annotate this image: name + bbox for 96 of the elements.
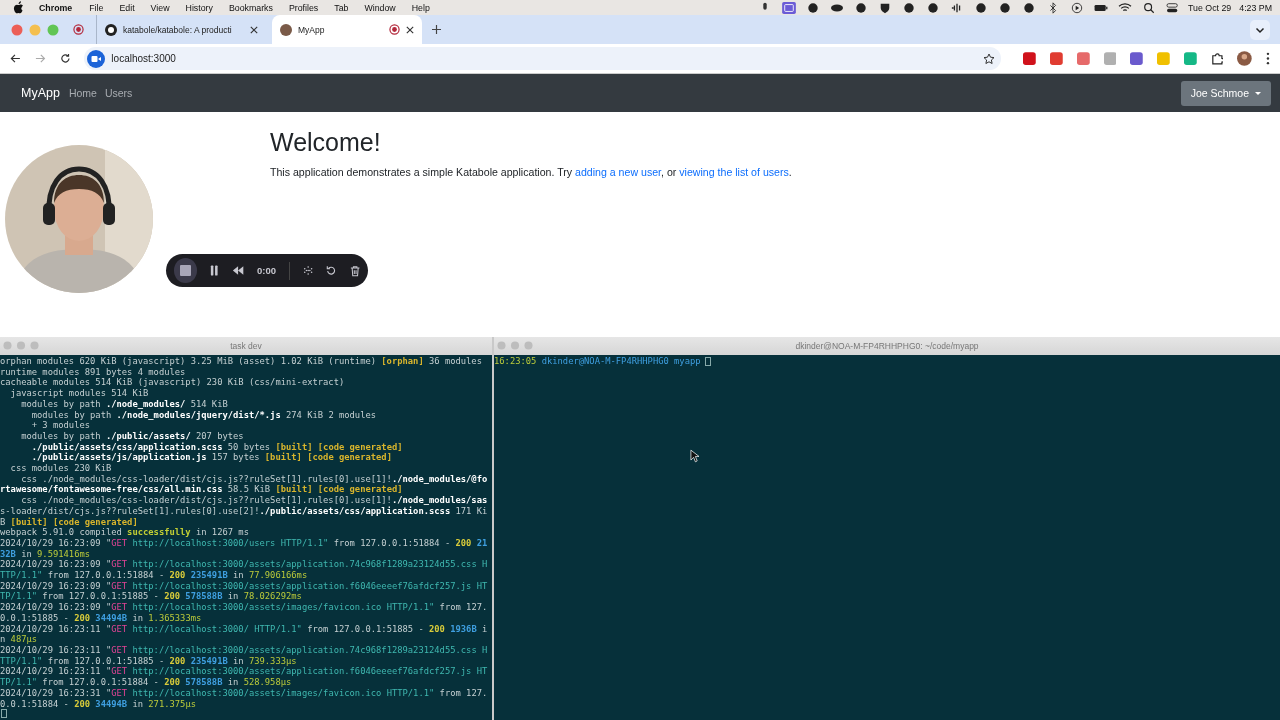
puzzle-icon[interactable] [1210, 52, 1224, 65]
terminal-line: 2024/10/29 16:23:09 "GET http://localhost:3000/users HTTP/1.1" from 127.0.0.1:51884 - 200 21 [0, 537, 489, 549]
terminal-line: 16:23:05 dkinder@NOA-M-FP4RHHPHG0 myapp [494, 356, 1280, 367]
terminal-line: 2024/10/29 16:23:11 "GET http://localhost:3000/assets/application.f6046eeeef76afdcf257.js HT [0, 666, 489, 678]
record-icon [389, 24, 400, 35]
screen-share-icon[interactable] [782, 1, 797, 14]
recording-time: 0:00 [257, 265, 277, 276]
close-icon[interactable] [250, 25, 258, 34]
undo-icon[interactable] [326, 265, 337, 276]
terminal-line: TP/1.1" from 127.0.0.1:51885 - 200 578588B in 78.026292ms [0, 591, 303, 603]
window-controls-icon[interactable] [11, 23, 59, 36]
terminal-line: rtawesome/fontawesome-free/css/all.min.css 58.5 KiB [built] [code generated] [0, 484, 404, 496]
apple-icon[interactable] [13, 1, 24, 14]
reload-icon[interactable] [59, 53, 71, 64]
terminal-line: cacheable modules 514 KiB (javascript) 230 KiB (css/mini-extract) [0, 377, 346, 389]
terminal-line: 0.0.1:51885 - 200 34494B in 1.365333ms [0, 612, 203, 624]
menu-item[interactable]: History [185, 2, 213, 13]
user-menu-button[interactable]: Joe Schmoe [1180, 80, 1271, 106]
camera-icon [87, 49, 106, 68]
terminal-cursor [1, 709, 7, 719]
rewind-icon[interactable] [231, 266, 245, 275]
terminal-line: TP/1.1" from 127.0.0.1:51884 - 200 578588B in 528.958µs [0, 677, 293, 688]
terminal-line: 0.0.1:51884 - 200 34494B in 271.375µs [0, 698, 197, 710]
terminal-line: B [built] [code generated] [0, 516, 139, 528]
extension-icon[interactable] [1183, 52, 1197, 65]
link[interactable]: viewing the list of users [679, 166, 789, 178]
terminal-line: 2024/10/29 16:23:09 "GET http://localhost:3000/assets/images/favicon.ico HTTP/1.1" from 127. [0, 602, 489, 613]
page-heading: Welcome! [270, 128, 382, 157]
terminal-line: css ./node_modules/css-loader/dist/cjs.js??ruleSet[1].rules[0].use[1]!./node_modules/sas [20, 495, 489, 506]
brand-link[interactable]: MyApp [21, 86, 60, 100]
menu-bar-time[interactable]: 4:23 PM [1239, 2, 1272, 13]
favicon-icon [280, 23, 292, 36]
terminal-line: runtime modules 891 bytes 4 modules [0, 366, 187, 378]
terminal-line: 32B in 9.591416ms [0, 548, 92, 560]
extension-icon[interactable] [1023, 52, 1037, 65]
mouse-pointer-icon [690, 449, 699, 463]
terminal-line: modules by path ./public/assets/ 207 bytes [20, 430, 245, 442]
wifi-icon[interactable] [1118, 1, 1133, 14]
extension-icon[interactable] [1130, 52, 1144, 65]
terminal-line: javascript modules 514 KiB [9, 388, 150, 399]
extension-icon[interactable] [1050, 52, 1063, 65]
link[interactable]: adding a new user [575, 166, 662, 178]
menu-item[interactable]: View [150, 2, 170, 13]
stop-button[interactable] [174, 258, 198, 283]
terminal-title: dkinder@NOA-M-FP4RHHPHG0: ~/code/myapp [795, 341, 979, 351]
terminal-line: modules by path ./node_modules/jquery/dist/*.js 274 KiB 2 modules [30, 409, 378, 421]
terminal-line: orphan modules 620 KiB (javascript) 3.25 MiB (asset) 1.02 KiB (runtime) [orphan] 36 modules [0, 356, 483, 367]
tab-search-button[interactable] [1250, 19, 1270, 40]
menu-icon[interactable] [1266, 52, 1270, 65]
terminal-line: s-loader/dist/cjs.js??ruleSet[1].rules[0].use[2]!./public/assets/css/application.scss 171 Ki [0, 505, 489, 517]
extension-icon[interactable] [1076, 52, 1090, 65]
avatar-icon[interactable] [1237, 51, 1253, 66]
menu-item[interactable]: Tab [334, 2, 349, 13]
control-center-icon[interactable] [1166, 1, 1181, 14]
close-icon[interactable] [406, 25, 414, 34]
url-text: localhost:3000 [111, 53, 176, 64]
terminal-line: 2024/10/29 16:23:31 "GET http://localhost:3000/assets/images/favicon.ico HTTP/1.1" from 127. [0, 687, 489, 699]
terminal-line: 2024/10/29 16:23:11 "GET http://localhost:3000/assets/application.74c968f1289a23124d55.css H [0, 645, 489, 656]
terminal-line: webpack 5.91.0 compiled successfully in 1267 ms [0, 527, 250, 538]
browser-tab[interactable]: MyApp [272, 15, 422, 44]
terminal-line: ./public/assets/js/application.js 157 bytes [built] [code generated] [30, 452, 393, 464]
nav-link[interactable]: Users [104, 87, 133, 99]
back-icon[interactable] [10, 53, 21, 64]
terminal-line: 2024/10/29 16:23:11 "GET http://localhost:3000/ HTTP/1.1" from 127.0.0.1:51885 - 200 1936B i [0, 623, 489, 635]
terminal-line: css ./node_modules/css-loader/dist/cjs.js??ruleSet[1].rules[0].use[1]!./node_modules/@fo [21, 473, 489, 485]
tab-title: MyApp [298, 24, 326, 35]
record-icon[interactable] [73, 24, 84, 35]
menu-item[interactable]: Help [411, 2, 430, 13]
terminal-line: TTP/1.1" from 127.0.0.1:51884 - 200 235491B in 77.906166ms [0, 570, 309, 581]
grid-icon[interactable] [303, 265, 314, 276]
terminal-line: modules by path ./node_modules/ 514 KiB [20, 398, 229, 410]
menu-item[interactable]: Edit [119, 2, 135, 13]
pause-icon[interactable] [210, 265, 219, 276]
terminal-title: task dev [230, 341, 262, 351]
trash-icon[interactable] [349, 264, 360, 277]
terminal-line: + 3 modules [30, 420, 92, 431]
terminal-line: css modules 230 KiB [9, 463, 113, 474]
terminal-line: TTP/1.1" from 127.0.0.1:51885 - 200 235491B in 739.333µs [0, 655, 298, 667]
menu-item[interactable]: Profiles [288, 2, 319, 13]
nav-link[interactable]: Home [68, 87, 97, 99]
terminal-line: ./public/assets/css/application.scss 50 bytes [built] [code generated] [30, 441, 404, 453]
app-menu[interactable]: Chrome [39, 2, 73, 13]
address-bar[interactable]: localhost:3000 [84, 47, 1002, 70]
play-icon[interactable] [1070, 1, 1085, 14]
intro-text: This application demonstrates a simple Katabole application. Try adding a new user, or viewing the list of users. [270, 166, 793, 178]
menu-bar-date[interactable]: Tue Oct 29 [1188, 2, 1232, 13]
menu-item[interactable]: Window [364, 2, 396, 13]
terminal-line: n 487µs [0, 634, 39, 645]
terminal-line: 2024/10/29 16:23:09 "GET http://localhost:3000/assets/application.f6046eeeef76afdcf257.js HT [0, 580, 489, 592]
new-tab-icon[interactable] [432, 25, 441, 34]
tab-title: katabole/katabole: A producti [123, 24, 233, 35]
menu-item[interactable]: File [89, 2, 104, 13]
star-icon[interactable] [983, 52, 996, 65]
terminal-line: 2024/10/29 16:23:09 "GET http://localhost:3000/assets/application.74c968f1289a23124d55.css H [0, 559, 489, 571]
menu-item[interactable]: Bookmarks [228, 2, 273, 13]
search-icon[interactable] [1142, 1, 1157, 14]
